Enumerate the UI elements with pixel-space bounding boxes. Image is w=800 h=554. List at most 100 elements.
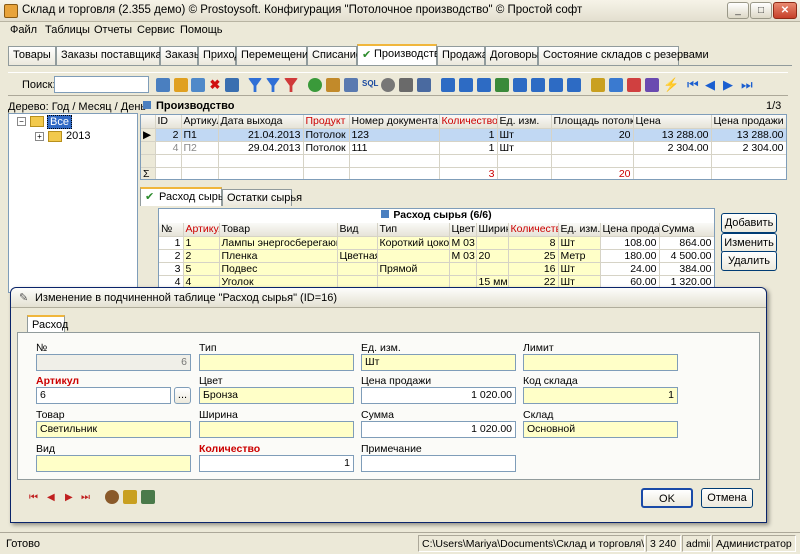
delete-button[interactable]: Удалить: [721, 251, 777, 271]
doc-icon[interactable]: [123, 490, 137, 504]
calc-icon[interactable]: [645, 78, 659, 92]
consumption-grid[interactable]: Расход сырья (6/6) № Артикул Товар Вид Т…: [158, 208, 715, 290]
menu-service[interactable]: Сервис: [137, 24, 175, 36]
col-color[interactable]: Цвет: [449, 223, 477, 237]
edit-icon[interactable]: [174, 78, 188, 92]
binoculars-icon[interactable]: [381, 78, 395, 92]
col-no[interactable]: №: [159, 223, 184, 237]
article-browse-button[interactable]: ...: [174, 387, 191, 404]
menu-reports[interactable]: Отчеты: [94, 24, 132, 36]
sum-field[interactable]: 1 020.00: [361, 421, 516, 438]
first-record-icon[interactable]: ⏮: [687, 78, 701, 92]
tab-income[interactable]: Приход: [198, 46, 241, 65]
width-field[interactable]: [199, 421, 354, 438]
report-icon-2[interactable]: [459, 78, 473, 92]
report-icon-6[interactable]: [531, 78, 545, 92]
filter-clear-icon[interactable]: [284, 78, 298, 92]
copy-icon[interactable]: [191, 78, 205, 92]
tree-year-2013[interactable]: 2013: [66, 130, 90, 142]
doc-icon[interactable]: [591, 78, 605, 92]
tab-raw-consumption[interactable]: ✔ Расход сырья: [140, 187, 230, 206]
tree-collapse-toggle[interactable]: −: [17, 117, 26, 126]
tab-production[interactable]: ✔ Производство: [357, 44, 446, 66]
col-sum[interactable]: Сумма: [659, 223, 714, 237]
refresh-icon[interactable]: [308, 78, 322, 92]
tab-raw-stock[interactable]: Остатки сырья: [222, 189, 302, 206]
table-icon[interactable]: [225, 78, 239, 92]
col-date[interactable]: Дата выхода: [218, 115, 304, 129]
menu-tables[interactable]: Таблицы: [45, 24, 90, 36]
col-width[interactable]: Ширина: [476, 223, 509, 237]
report-icon-8[interactable]: [567, 78, 581, 92]
table-row[interactable]: 11Лампы энергосберегающиеКороткий цоколь…: [159, 236, 714, 250]
table-row[interactable]: 4 П2 29.04.2013 Потолок 111 1 Шт 2 304.0…: [141, 141, 786, 155]
tree-expand-toggle[interactable]: +: [35, 132, 44, 141]
report-icon-5[interactable]: [513, 78, 527, 92]
tab-contracts[interactable]: Договоры: [485, 46, 539, 65]
prev-record-icon[interactable]: ◀: [705, 78, 719, 92]
production-grid[interactable]: ID Артикул Дата выхода Продукт Номер док…: [140, 114, 787, 180]
col-area[interactable]: Площадь потолка: [551, 115, 634, 129]
product-field[interactable]: Светильник: [36, 421, 191, 438]
cancel-button[interactable]: Отмена: [701, 488, 753, 508]
dialog-tab-consumption[interactable]: Расход: [27, 315, 68, 333]
note-field[interactable]: [361, 455, 516, 472]
lightning-icon[interactable]: ⚡: [663, 78, 679, 92]
kind-field[interactable]: [36, 455, 191, 472]
tree-icon[interactable]: [326, 78, 340, 92]
col-id[interactable]: ID: [155, 115, 182, 129]
col-article[interactable]: Артикул: [181, 115, 219, 129]
tab-supplier-orders[interactable]: Заказы поставщикам: [56, 46, 169, 65]
settings-icon[interactable]: [105, 490, 119, 504]
warehouse-field[interactable]: Основной: [523, 421, 678, 438]
unit-field[interactable]: Шт: [361, 354, 516, 371]
table-row[interactable]: 2 2 Пленка Цветная М 03 20 25 Метр 180.00 4 500.0…: [159, 249, 714, 263]
col-product[interactable]: Продукт: [303, 115, 350, 129]
warehouse-code-field[interactable]: 1: [523, 387, 678, 404]
report-icon-3[interactable]: [477, 78, 491, 92]
col-sale-price[interactable]: Цена продажи: [600, 223, 660, 237]
next-record-icon[interactable]: ▶: [65, 492, 73, 503]
print-icon[interactable]: [399, 78, 413, 92]
table-row[interactable]: 3 5 Подвес Прямой 16 Шт 24.00 384.00: [159, 262, 714, 276]
quantity-field[interactable]: 1: [199, 455, 354, 472]
filter-add-icon[interactable]: [266, 78, 280, 92]
col-product[interactable]: Товар: [219, 223, 338, 237]
add-button[interactable]: Добавить: [721, 213, 777, 233]
first-record-icon[interactable]: ⏮: [29, 492, 38, 503]
tab-sales[interactable]: Продажа: [437, 46, 488, 65]
limit-field[interactable]: [523, 354, 678, 371]
type-field[interactable]: [199, 354, 354, 371]
sql-icon[interactable]: SQL: [362, 79, 378, 93]
edit-button[interactable]: Изменить: [721, 233, 777, 253]
add-record-icon[interactable]: [156, 78, 170, 92]
last-record-icon[interactable]: ⏭: [81, 492, 90, 503]
col-unit[interactable]: Ед. изм.: [497, 115, 552, 129]
col-quantity[interactable]: Количество: [508, 223, 559, 237]
copy-record-icon[interactable]: [141, 490, 155, 504]
tab-transfer[interactable]: Перемещение: [236, 46, 314, 65]
close-button[interactable]: ✕: [773, 2, 797, 19]
tab-warehouse-state[interactable]: Состояние складов с резервами: [538, 46, 709, 65]
sale-price-field[interactable]: 1 020.00: [361, 387, 516, 404]
menu-help[interactable]: Помощь: [180, 24, 223, 36]
chart-icon[interactable]: [609, 78, 623, 92]
calendar-icon[interactable]: [627, 78, 641, 92]
col-quantity[interactable]: Количество: [439, 115, 498, 129]
col-unit[interactable]: Ед. изм.: [558, 223, 601, 237]
col-price[interactable]: Цена: [633, 115, 712, 129]
article-field[interactable]: 6: [36, 387, 171, 404]
report-icon-7[interactable]: [549, 78, 563, 92]
minimize-button[interactable]: _: [727, 2, 749, 19]
last-record-icon[interactable]: ⏭: [741, 78, 755, 92]
tab-writeoff[interactable]: Списание: [307, 46, 362, 65]
tab-orders[interactable]: Заказы: [160, 46, 202, 65]
col-doc-number[interactable]: Номер документа: [349, 115, 440, 129]
next-record-icon[interactable]: ▶: [723, 78, 737, 92]
col-kind[interactable]: Вид: [337, 223, 378, 237]
search-input[interactable]: [54, 76, 149, 93]
col-type[interactable]: Тип: [377, 223, 450, 237]
tree-root-all[interactable]: Все: [47, 115, 72, 129]
col-sale-price[interactable]: Цена продажи: [711, 115, 786, 129]
delete-icon[interactable]: ✖: [208, 78, 222, 92]
